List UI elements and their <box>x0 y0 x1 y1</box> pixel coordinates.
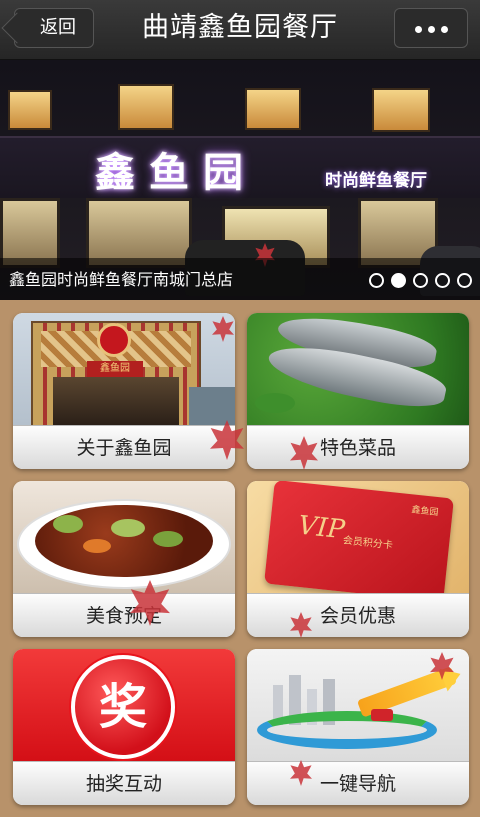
top-bar: 返回 曲靖鑫鱼园餐厅 <box>0 0 480 60</box>
carousel-pagination <box>362 270 472 289</box>
banner-sign-main: 鑫鱼园 <box>95 149 257 196</box>
storefront-image: 鑫鱼园 <box>13 313 235 425</box>
tile-label-lottery: 抽奖互动 <box>13 761 235 805</box>
window <box>245 88 301 130</box>
tile-label-navigation: 一键导航 <box>247 761 469 805</box>
tile-label-member: 会员优惠 <box>247 593 469 637</box>
window <box>8 90 52 130</box>
vip-card-text: VIP <box>296 510 347 546</box>
back-button[interactable]: 返回 <box>1 8 94 48</box>
tile-about[interactable]: 鑫鱼园 关于鑫鱼园 <box>13 313 235 469</box>
window <box>372 88 430 132</box>
tile-navigation[interactable]: 一键导航 <box>247 649 469 805</box>
more-button[interactable] <box>394 8 468 48</box>
vip-card-subtext: 会员积分卡 <box>342 535 394 552</box>
carousel-dot[interactable] <box>435 273 450 288</box>
tile-sign-text: 鑫鱼园 <box>87 361 143 377</box>
carousel-dot[interactable] <box>457 273 472 288</box>
vip-card-image: VIP 会员积分卡 鑫鱼园 <box>247 481 469 593</box>
vip-card-brand: 鑫鱼园 <box>410 505 439 519</box>
lottery-image: 奖 <box>13 649 235 761</box>
banner-sign-sub: 时尚鲜鱼餐厅 <box>325 171 427 191</box>
tile-food-reservation[interactable]: 美食预定 <box>13 481 235 637</box>
dish-image <box>13 481 235 593</box>
tile-label-about: 关于鑫鱼园 <box>13 425 235 469</box>
prize-icon: 奖 <box>98 679 147 735</box>
window <box>118 84 174 130</box>
banner-caption-bar: 鑫鱼园时尚鲜鱼餐厅南城门总店 <box>0 258 480 300</box>
carousel-dot[interactable] <box>413 273 428 288</box>
back-arrow-icon <box>1 12 33 44</box>
banner-carousel[interactable]: 鑫鱼园 时尚鲜鱼餐厅 鑫鱼园时尚鲜鱼餐厅南城门总店 <box>0 60 480 300</box>
back-label: 返回 <box>40 17 76 38</box>
fish-image <box>247 313 469 425</box>
tile-label-reservation: 美食预定 <box>13 593 235 637</box>
carousel-dot[interactable] <box>369 273 384 288</box>
banner-caption: 鑫鱼园时尚鲜鱼餐厅南城门总店 <box>9 270 234 289</box>
tile-member-benefits[interactable]: VIP 会员积分卡 鑫鱼园 会员优惠 <box>247 481 469 637</box>
tile-label-specialty: 特色菜品 <box>247 425 469 469</box>
tile-specialty-dishes[interactable]: 特色菜品 <box>247 313 469 469</box>
page-title: 曲靖鑫鱼园餐厅 <box>142 12 338 43</box>
carousel-dot-active[interactable] <box>391 273 406 288</box>
tile-lottery[interactable]: 奖 抽奖互动 <box>13 649 235 805</box>
